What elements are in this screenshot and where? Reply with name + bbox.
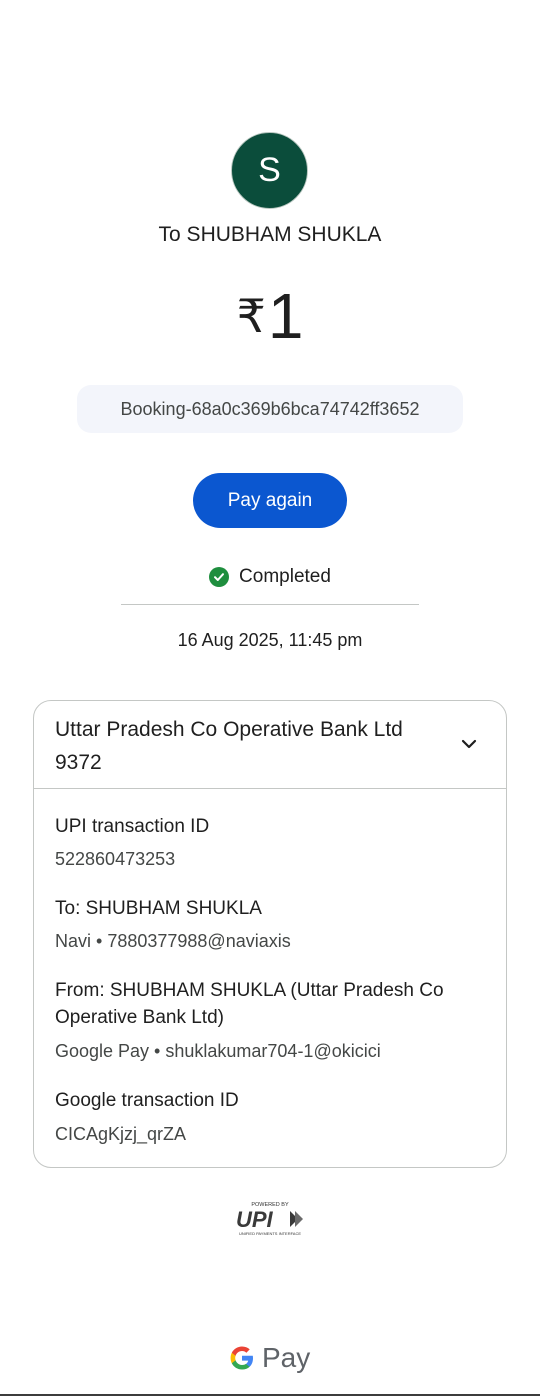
upi-txn-label: UPI transaction ID [55, 816, 210, 837]
amount-value: 1 [267, 280, 304, 352]
recipient-title: To SHUBHAM SHUKLA [158, 223, 382, 246]
currency-symbol: ₹ [236, 290, 266, 342]
pay-again-button[interactable]: Pay again [193, 473, 347, 528]
chevron-down-icon[interactable] [458, 733, 480, 755]
recipient-avatar: S [231, 132, 308, 209]
transaction-details-card: Uttar Pradesh Co Operative Bank Ltd 9372… [33, 700, 507, 1168]
to-label: To: SHUBHAM SHUKLA [55, 898, 262, 919]
gpay-brand-text: Pay [262, 1342, 311, 1373]
divider [121, 604, 419, 605]
google-txn-value: CICAgKjzj_qrZA [55, 1124, 187, 1144]
status-row: Completed [0, 566, 540, 588]
bank-account-name: Uttar Pradesh Co Operative Bank Ltd 9372 [55, 713, 455, 779]
google-txn-label: Google transaction ID [55, 1090, 239, 1111]
status-label: Completed [239, 566, 331, 587]
upi-tagline: UNIFIED PAYMENTS INTERFACE [239, 1231, 301, 1236]
bank-account-header[interactable]: Uttar Pradesh Co Operative Bank Ltd 9372 [34, 701, 506, 789]
amount-display: ₹1 [0, 276, 540, 356]
upi-txn-value: 522860473253 [55, 849, 176, 869]
to-value: Navi • 7880377988@naviaxis [55, 931, 291, 951]
from-value: Google Pay • shuklakumar704-1@okicici [55, 1041, 381, 1061]
google-g-icon [230, 1346, 253, 1370]
check-circle-icon [209, 567, 230, 587]
from-label: From: SHUBHAM SHUKLA (Uttar Pradesh Co O… [55, 980, 444, 1028]
transaction-datetime: 16 Aug 2025, 11:45 pm [177, 630, 363, 650]
bank-name: Uttar Pradesh Co Operative Bank Ltd [55, 718, 403, 741]
avatar-initial: S [258, 151, 281, 189]
google-pay-logo: Pay [228, 1338, 318, 1378]
upi-wordmark: UPI [236, 1207, 274, 1232]
upi-logo: POWERED BY UPI UNIFIED PAYMENTS INTERFAC… [228, 1200, 312, 1238]
account-suffix: 9372 [55, 751, 102, 774]
payment-note: Booking-68a0c369b6bca74742ff3652 [77, 385, 463, 433]
